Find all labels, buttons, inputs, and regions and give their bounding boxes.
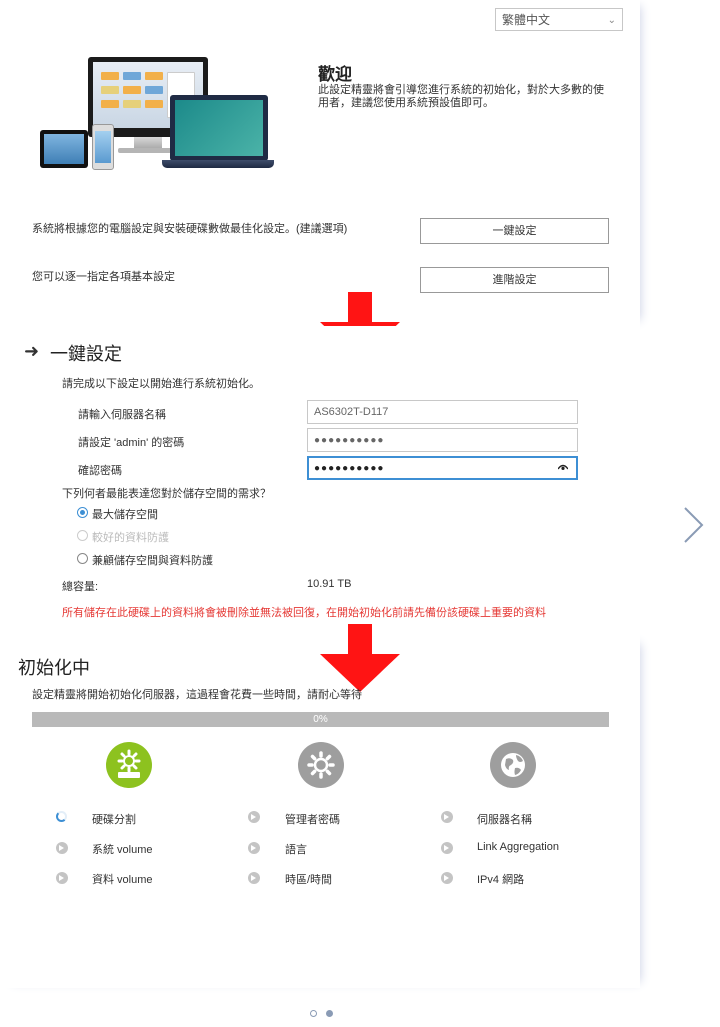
task-pending-icon: [441, 811, 453, 823]
progress-text: 0%: [313, 714, 328, 725]
server-name-value: AS6302T-D117: [314, 406, 389, 418]
gear-icon: [298, 742, 344, 788]
task-server-name: 伺服器名稱: [477, 814, 532, 826]
storage-question: 下列何者最能表達您對於儲存空間的需求？: [62, 488, 271, 500]
task-system-volume: 系統 volume: [92, 844, 153, 856]
task-data-volume: 資料 volume: [92, 874, 153, 886]
one-click-title: 一鍵設定: [50, 344, 122, 364]
chevron-right-icon[interactable]: [681, 505, 707, 545]
one-click-instruction: 請完成以下設定以開始進行系統初始化。: [62, 378, 260, 390]
task-pending-icon: [441, 872, 453, 884]
initializing-desc: 設定精靈將開始初始化伺服器，這過程會花費一些時間，請耐心等待: [32, 689, 362, 701]
confirm-password-input[interactable]: ●●●●●●●●●●: [307, 456, 578, 480]
radio-max-storage-label: 最大儲存空間: [92, 509, 158, 521]
task-admin-password: 管理者密碼: [285, 814, 340, 826]
task-link-aggregation: Link Aggregation: [477, 841, 559, 853]
admin-password-value: ●●●●●●●●●●: [314, 435, 385, 446]
welcome-title: 歡迎: [318, 65, 352, 84]
red-arrow-down-icon: [320, 624, 400, 692]
capacity-label: 總容量:: [62, 581, 99, 593]
pager-dot-1[interactable]: [310, 1010, 317, 1017]
task-ipv4-network: IPv4 網路: [477, 874, 525, 886]
data-loss-warning: 所有儲存在此硬碟上的資料將會被刪除並無法被回復，在開始初始化前請先備份該硬碟上重…: [62, 607, 546, 619]
radio-balanced[interactable]: [77, 553, 88, 564]
option1-text: 系統將根據您的電腦設定與安裝硬碟數做最佳化設定。(建議選項): [32, 223, 348, 235]
laptop-base: [162, 160, 274, 168]
language-select[interactable]: 繁體中文 ⌄: [495, 8, 623, 31]
radio-max-storage[interactable]: [77, 507, 88, 518]
phone-image: [92, 124, 114, 170]
task-language: 語言: [285, 844, 307, 856]
option2-text: 您可以逐一指定各項基本設定: [32, 271, 175, 283]
task-disk-partition: 硬碟分割: [92, 814, 136, 826]
advanced-setup-button[interactable]: 進階設定: [420, 267, 609, 293]
welcome-text: 此設定精靈將會引導您進行系統的初始化，對於大多數的使用者，建議您使用系統預設值即…: [318, 84, 604, 109]
arrow-right-icon: ➜: [24, 341, 40, 361]
globe-icon: [490, 742, 536, 788]
radio-balanced-label: 兼顧儲存空間與資料防護: [92, 555, 213, 567]
language-selected: 繁體中文: [502, 13, 551, 27]
progress-bar: 0%: [32, 712, 609, 727]
gear-disk-icon: [106, 742, 152, 788]
pager-dot-2[interactable]: [326, 1010, 333, 1017]
eye-icon[interactable]: [558, 464, 568, 470]
capacity-value: 10.91 TB: [307, 578, 352, 590]
admin-password-label: 請設定 'admin' 的密碼: [78, 437, 185, 449]
task-pending-icon: [248, 811, 260, 823]
one-click-setup-button[interactable]: 一鍵設定: [420, 218, 609, 244]
radio-better-protection: [77, 530, 88, 541]
task-timezone: 時區/時間: [285, 874, 333, 886]
tablet-image: [40, 130, 88, 168]
confirm-password-value: ●●●●●●●●●●: [314, 463, 385, 474]
server-name-input[interactable]: AS6302T-D117: [307, 400, 578, 424]
task-pending-icon: [248, 872, 260, 884]
confirm-password-label: 確認密碼: [78, 465, 122, 477]
task-pending-icon: [56, 842, 68, 854]
task-spinner-icon: [56, 811, 67, 822]
server-name-label: 請輸入伺服器名稱: [78, 409, 166, 421]
admin-password-input[interactable]: ●●●●●●●●●●: [307, 428, 578, 452]
task-pending-icon: [441, 842, 453, 854]
chevron-down-icon: ⌄: [607, 15, 616, 26]
radio-better-protection-label: 較好的資料防護: [92, 532, 169, 544]
laptop-image: [170, 95, 268, 161]
initializing-title: 初始化中: [18, 658, 90, 678]
task-pending-icon: [248, 842, 260, 854]
task-pending-icon: [56, 872, 68, 884]
